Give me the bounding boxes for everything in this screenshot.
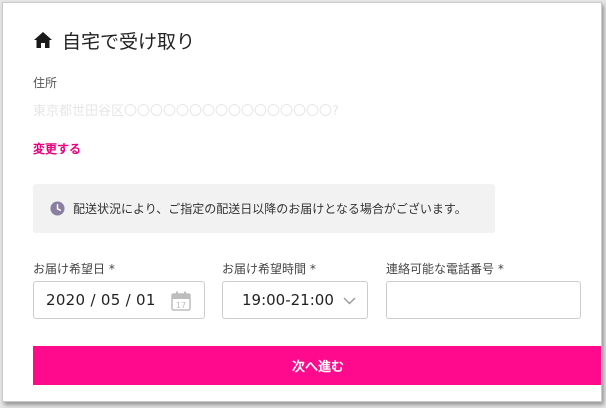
section-title: 自宅で受け取り [62, 30, 196, 53]
delivery-time-value: 19:00-21:00 [242, 291, 334, 309]
phone-input[interactable] [387, 282, 580, 318]
calendar-icon[interactable]: 17 [170, 290, 192, 312]
delivery-date-value: 2020 / 05 / 01 [46, 291, 156, 309]
phone-field[interactable] [386, 281, 581, 319]
svg-text:17: 17 [176, 301, 186, 310]
delivery-form-panel: 自宅で受け取り 住所 東京都世田谷区〇〇〇〇〇〇〇〇〇〇〇〇〇〇〇〇? 変更する… [2, 2, 602, 402]
next-button[interactable]: 次へ進む [33, 346, 601, 385]
delivery-time-select[interactable]: 19:00-21:00 [222, 281, 368, 319]
address-label: 住所 [33, 76, 58, 90]
chevron-down-icon [343, 297, 356, 305]
delivery-time-label: お届け希望時間 * [222, 262, 316, 276]
delivery-notice: 配送状況により、ご指定の配送日以降のお届けとなる場合がございます。 [33, 184, 495, 233]
clock-icon [50, 201, 65, 216]
notice-text: 配送状況により、ご指定の配送日以降のお届けとなる場合がございます。 [73, 202, 467, 216]
home-icon [34, 32, 52, 48]
change-address-link[interactable]: 変更する [33, 140, 81, 157]
address-value: 東京都世田谷区〇〇〇〇〇〇〇〇〇〇〇〇〇〇〇〇? [33, 100, 365, 122]
delivery-date-label: お届け希望日 * [33, 262, 115, 276]
delivery-date-field[interactable]: 2020 / 05 / 01 17 [33, 281, 205, 319]
phone-label: 連絡可能な電話番号 * [386, 262, 504, 276]
section-header: 自宅で受け取り [33, 27, 195, 53]
